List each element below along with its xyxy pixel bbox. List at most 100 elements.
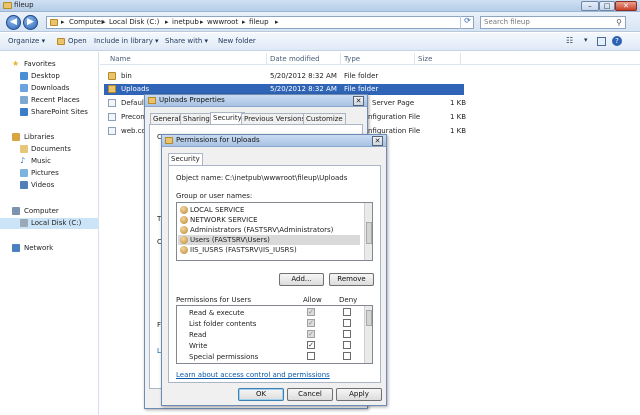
allow-read-execute-checkbox[interactable]: ✓ <box>307 308 315 316</box>
allow-read-checkbox[interactable]: ✓ <box>307 330 315 338</box>
back-button[interactable]: ◀ <box>6 15 21 30</box>
permissions-list-scrollbar[interactable] <box>364 306 372 363</box>
nav-desktop[interactable]: Desktop <box>0 71 98 82</box>
sharepoint-icon <box>20 108 28 116</box>
breadcrumb-inetpub[interactable]: inetpub <box>172 18 199 26</box>
remove-button[interactable]: Remove <box>329 273 374 286</box>
column-size[interactable]: Size <box>418 55 432 63</box>
title-bar: fileup – □ ✕ <box>0 0 640 12</box>
address-separator: ▸ <box>275 18 279 26</box>
scroll-thumb[interactable] <box>366 222 372 244</box>
nav-favorites[interactable]: ★ Favorites <box>0 59 98 70</box>
tab-sharing[interactable]: Sharing <box>180 113 213 124</box>
new-folder-button[interactable]: New folder <box>218 37 256 45</box>
desktop-icon <box>20 72 28 80</box>
list-item-administrators[interactable]: Administrators (FASTSRV\Administrators) <box>178 225 360 235</box>
organize-button[interactable]: Organize ▾ <box>8 37 45 45</box>
column-divider[interactable] <box>460 53 461 64</box>
nav-computer[interactable]: Computer <box>0 206 98 217</box>
column-name[interactable]: Name <box>110 55 131 63</box>
nav-music[interactable]: ♪ Music <box>0 156 98 167</box>
refresh-button[interactable]: ⟳ <box>460 16 474 29</box>
open-button[interactable]: Open <box>68 37 87 45</box>
address-separator: ▸ <box>61 18 65 26</box>
list-item-iis-iusrs[interactable]: IIS_IUSRS (FASTSRV\IIS_IUSRS) <box>178 245 360 255</box>
view-options-icon[interactable]: ☷ <box>566 36 573 45</box>
share-with-button[interactable]: Share with ▾ <box>165 37 208 45</box>
deny-read-checkbox[interactable] <box>343 330 351 338</box>
deny-read-execute-checkbox[interactable] <box>343 308 351 316</box>
nav-libraries[interactable]: Libraries <box>0 132 98 143</box>
list-item-local-service[interactable]: LOCAL SERVICE <box>178 205 360 215</box>
maximize-button[interactable]: □ <box>599 1 615 11</box>
nav-sharepoint-sites[interactable]: SharePoint Sites <box>0 107 98 118</box>
search-input[interactable]: Search fileup ⚲ <box>480 16 626 29</box>
access-control-help-link[interactable]: Learn about access control and permissio… <box>176 371 330 379</box>
deny-list-folder-checkbox[interactable] <box>343 319 351 327</box>
navigation-pane: ★ Favorites Desktop Downloads Recent Pla… <box>0 52 99 415</box>
deny-write-checkbox[interactable] <box>343 341 351 349</box>
tab-customize[interactable]: Customize <box>303 113 346 124</box>
nav-pictures[interactable]: Pictures <box>0 168 98 179</box>
computer-icon <box>12 207 20 215</box>
forward-arrow-icon: ▶ <box>27 17 34 27</box>
folder-icon <box>165 137 173 144</box>
permissions-for-users-label: Permissions for Users <box>176 296 252 304</box>
deny-special-checkbox[interactable] <box>343 352 351 360</box>
allow-list-folder-checkbox[interactable]: ✓ <box>307 319 315 327</box>
tab-security[interactable]: Security <box>168 153 203 165</box>
nav-local-disk[interactable]: Local Disk (C:) <box>0 218 98 229</box>
user-group-icon <box>180 206 188 214</box>
tab-security[interactable]: Security <box>210 112 245 124</box>
recent-places-icon <box>20 96 28 104</box>
close-button[interactable]: ✕ <box>615 1 637 11</box>
column-divider[interactable] <box>266 53 267 64</box>
list-item-network-service[interactable]: NETWORK SERVICE <box>178 215 360 225</box>
nav-network[interactable]: Network <box>0 243 98 254</box>
tab-previous-versions[interactable]: Previous Versions <box>241 113 309 124</box>
nav-downloads[interactable]: Downloads <box>0 83 98 94</box>
nav-recent-places[interactable]: Recent Places <box>0 95 98 106</box>
user-group-icon <box>180 246 188 254</box>
allow-write-checkbox[interactable]: ✓ <box>307 341 315 349</box>
user-list[interactable]: LOCAL SERVICE NETWORK SERVICE Administra… <box>176 202 373 261</box>
help-icon[interactable]: ? <box>612 36 622 46</box>
preview-pane-icon[interactable] <box>597 37 606 46</box>
address-separator: ▸ <box>165 18 169 26</box>
add-button[interactable]: Add... <box>279 273 324 286</box>
breadcrumb-fileup[interactable]: fileup <box>249 18 269 26</box>
column-divider[interactable] <box>340 53 341 64</box>
address-bar[interactable]: ▸ Computer ▸ Local Disk (C:) ▸ inetpub ▸… <box>46 16 474 29</box>
scroll-thumb[interactable] <box>366 310 372 326</box>
nav-videos[interactable]: Videos <box>0 180 98 191</box>
ok-button[interactable]: OK <box>238 388 284 401</box>
column-type[interactable]: Type <box>344 55 360 63</box>
breadcrumb-wwwroot[interactable]: wwwroot <box>207 18 238 26</box>
properties-close-button[interactable]: ✕ <box>353 96 364 106</box>
permissions-list: Read & execute ✓ List folder contents ✓ … <box>176 305 373 364</box>
column-divider[interactable] <box>414 53 415 64</box>
address-separator: ▸ <box>242 18 246 26</box>
perm-label-write: Write <box>189 342 208 350</box>
tab-general[interactable]: General <box>150 113 184 124</box>
column-date-modified[interactable]: Date modified <box>270 55 320 63</box>
user-list-scrollbar[interactable] <box>364 203 372 260</box>
include-in-library-button[interactable]: Include in library ▾ <box>94 37 159 45</box>
view-dropdown-icon[interactable]: ▾ <box>584 36 588 44</box>
breadcrumb-local-disk[interactable]: Local Disk (C:) <box>109 18 159 26</box>
list-item-users[interactable]: Users (FASTSRV\Users) <box>178 235 360 245</box>
permissions-close-button[interactable]: ✕ <box>372 136 383 146</box>
permissions-dialog: Permissions for Uploads ✕ Security Objec… <box>161 134 387 406</box>
perm-label-list-folder-contents: List folder contents <box>189 320 257 328</box>
minimize-button[interactable]: – <box>581 1 599 11</box>
search-placeholder: Search fileup <box>484 18 530 26</box>
apply-button[interactable]: Apply <box>336 388 382 401</box>
breadcrumb-computer[interactable]: Computer <box>69 18 104 26</box>
cancel-button[interactable]: Cancel <box>287 388 333 401</box>
back-arrow-icon: ◀ <box>10 17 17 27</box>
downloads-icon <box>20 84 28 92</box>
forward-button[interactable]: ▶ <box>23 15 38 30</box>
file-row-bin[interactable]: bin 5/20/2012 8:32 AM File folder <box>104 71 464 82</box>
nav-documents[interactable]: Documents <box>0 144 98 155</box>
allow-special-checkbox[interactable] <box>307 352 315 360</box>
